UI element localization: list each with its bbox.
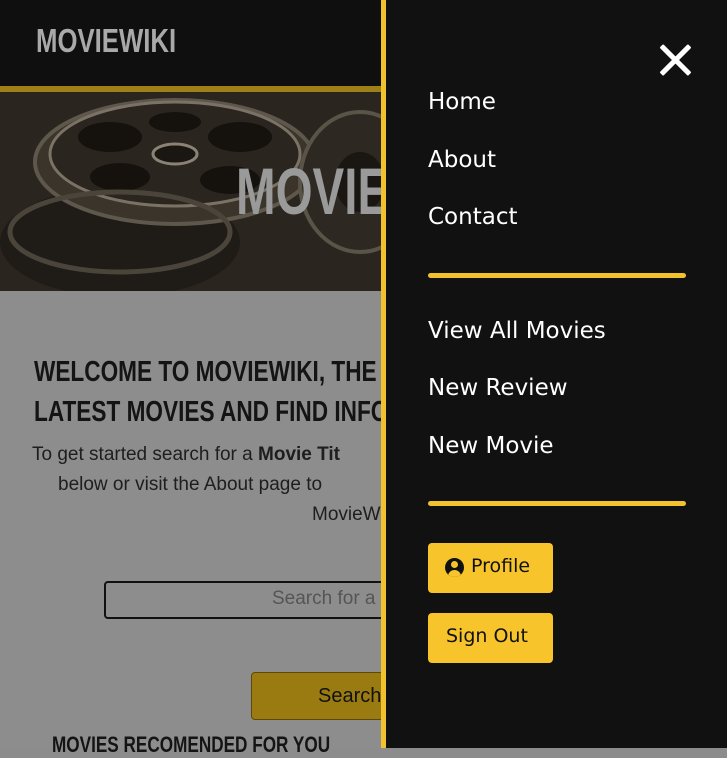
- side-menu: Home About Contact View All Movies New R…: [381, 0, 727, 748]
- search-placeholder: Search for a: [272, 588, 376, 609]
- menu-link-view-all-movies[interactable]: View All Movies: [428, 318, 606, 344]
- menu-divider: [428, 501, 686, 506]
- search-button-label: Search: [318, 685, 382, 707]
- sign-out-button-label: Sign Out: [446, 625, 528, 647]
- hero-title: MOVIE: [236, 154, 390, 228]
- close-icon[interactable]: [658, 42, 692, 78]
- intro-line: To get started search for a Movie Tit: [32, 440, 340, 470]
- menu-link-new-movie[interactable]: New Movie: [428, 433, 554, 459]
- user-circle-icon: [445, 558, 464, 577]
- intro-line: below or visit the About page to: [58, 474, 323, 495]
- recommended-heading: MOVIES RECOMENDED FOR YOU: [52, 732, 331, 757]
- menu-link-new-review[interactable]: New Review: [428, 375, 568, 401]
- intro-bold: Movie Tit: [258, 444, 341, 465]
- menu-divider: [428, 273, 686, 278]
- intro-prefix: To get started search for a: [32, 444, 259, 465]
- intro-line: MovieW: [312, 504, 381, 525]
- menu-link-about[interactable]: About: [428, 147, 496, 173]
- menu-link-home[interactable]: Home: [428, 89, 496, 115]
- profile-button[interactable]: Profile: [428, 543, 553, 593]
- profile-button-label: Profile: [471, 555, 531, 577]
- menu-link-contact[interactable]: Contact: [428, 204, 517, 230]
- site-logo[interactable]: MOVIEWIKI: [36, 22, 176, 60]
- sign-out-button[interactable]: Sign Out: [428, 613, 553, 663]
